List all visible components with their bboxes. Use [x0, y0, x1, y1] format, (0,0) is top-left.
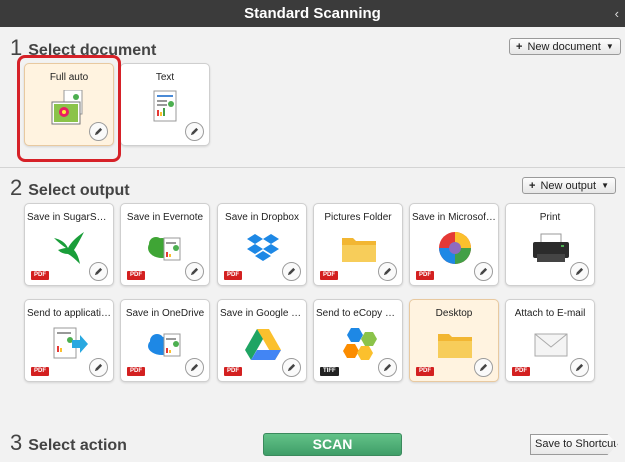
edit-pencil-icon[interactable]	[378, 358, 397, 377]
plus-icon: +	[529, 179, 536, 192]
ecopy-icon	[343, 328, 377, 360]
card-label: Save in Dropbox	[225, 212, 299, 223]
sugarsync-icon	[54, 232, 84, 264]
tiff-badge: TIFF	[320, 367, 339, 376]
output-card-microsoft-sharepoint[interactable]: Save in Microsoft S... PDF	[409, 203, 499, 286]
pdf-badge: PDF	[31, 271, 49, 280]
output-card-dropbox[interactable]: Save in Dropbox PDF	[217, 203, 307, 286]
card-label: Text	[155, 72, 175, 83]
output-card-pictures-folder[interactable]: Pictures Folder PDF	[313, 203, 403, 286]
divider	[0, 167, 625, 168]
card-label: Pictures Folder	[324, 212, 392, 223]
output-card-google-drive[interactable]: Save in Google Dri... PDF	[217, 299, 307, 382]
card-label: Send to application	[27, 308, 111, 319]
folder-icon	[342, 238, 376, 262]
section-title: Select action	[28, 437, 127, 454]
pdf-badge: PDF	[224, 271, 242, 280]
card-label: Save in OneDrive	[125, 308, 205, 319]
output-card-evernote[interactable]: Save in Evernote PDF	[120, 203, 210, 286]
evernote-icon	[148, 237, 181, 261]
card-label: Attach to E-mail	[514, 308, 586, 319]
window-title: Standard Scanning	[244, 5, 381, 22]
edit-pencil-icon[interactable]	[474, 358, 493, 377]
edit-pencil-icon[interactable]	[89, 358, 108, 377]
edit-pencil-icon[interactable]	[282, 262, 301, 281]
output-card-ecopy[interactable]: Send to eCopy PD... TIFF	[313, 299, 403, 382]
pdf-badge: PDF	[127, 271, 145, 280]
card-label: Print	[539, 212, 561, 223]
pdf-badge: PDF	[320, 271, 338, 280]
window-titlebar: Standard Scanning ‹	[0, 0, 625, 27]
edit-pencil-icon[interactable]	[474, 262, 493, 281]
output-card-attach-to-email[interactable]: Attach to E-mail PDF	[505, 299, 595, 382]
new-document-button[interactable]: + New document ▼	[509, 38, 621, 55]
output-card-onedrive[interactable]: Save in OneDrive PDF	[120, 299, 210, 382]
section-number: 3	[10, 430, 23, 455]
edit-pencil-icon[interactable]	[378, 262, 397, 281]
section-number: 2	[10, 175, 23, 200]
edit-pencil-icon[interactable]	[185, 358, 204, 377]
plus-icon: +	[516, 40, 523, 53]
pdf-badge: PDF	[416, 271, 434, 280]
edit-pencil-icon[interactable]	[185, 122, 204, 141]
card-label: Save in Microsoft S...	[412, 212, 496, 223]
new-document-label: New document	[527, 40, 601, 53]
section-select-output: 2 Select output	[10, 175, 130, 201]
pdf-badge: PDF	[512, 367, 530, 376]
section-select-action: 3 Select action	[10, 430, 127, 456]
document-card-text[interactable]: Text	[120, 63, 210, 146]
edit-pencil-icon[interactable]	[570, 262, 589, 281]
collapse-icon[interactable]: ‹	[615, 0, 619, 27]
onedrive-icon	[148, 333, 181, 357]
text-document-icon	[153, 90, 177, 122]
output-card-desktop[interactable]: Desktop PDF	[409, 299, 499, 382]
selection-highlight	[17, 55, 121, 162]
pdf-badge: PDF	[127, 367, 145, 376]
save-to-shortcut-button[interactable]: Save to Shortcut	[530, 434, 618, 455]
edit-pencil-icon[interactable]	[185, 262, 204, 281]
section-title: Select output	[28, 182, 130, 199]
printer-icon	[533, 233, 569, 262]
card-label: Send to eCopy PD...	[316, 308, 400, 319]
sharepoint-icon	[439, 232, 471, 264]
output-card-send-to-application[interactable]: Send to application PDF	[24, 299, 114, 382]
edit-pencil-icon[interactable]	[570, 358, 589, 377]
pdf-badge: PDF	[416, 367, 434, 376]
dropbox-icon	[247, 234, 279, 261]
output-card-print[interactable]: Print	[505, 203, 595, 286]
card-label: Save in Evernote	[126, 212, 204, 223]
pdf-badge: PDF	[31, 367, 49, 376]
folder-icon	[438, 334, 472, 358]
caret-down-icon: ▼	[601, 181, 610, 190]
edit-pencil-icon[interactable]	[89, 262, 108, 281]
edit-pencil-icon[interactable]	[282, 358, 301, 377]
google-drive-icon	[245, 329, 281, 360]
scan-button[interactable]: SCAN	[263, 433, 402, 456]
pdf-badge: PDF	[224, 367, 242, 376]
card-label: Save in SugarSync	[27, 212, 111, 223]
new-output-label: New output	[540, 179, 597, 192]
card-label: Save in Google Dri...	[220, 308, 304, 319]
card-label: Desktop	[435, 308, 473, 319]
output-card-sugarsync[interactable]: Save in SugarSync PDF	[24, 203, 114, 286]
new-output-button[interactable]: + New output ▼	[522, 177, 617, 194]
caret-down-icon: ▼	[605, 42, 614, 51]
send-to-application-icon	[53, 327, 88, 359]
email-icon	[534, 333, 568, 357]
